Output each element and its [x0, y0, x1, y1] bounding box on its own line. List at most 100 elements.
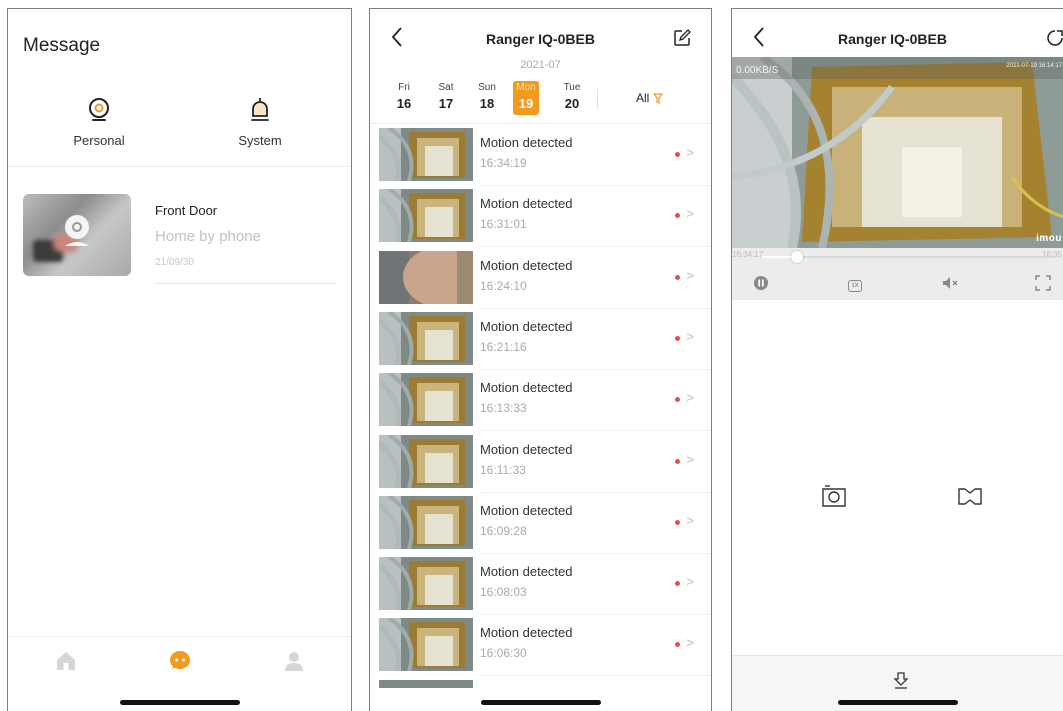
event-time: 16:06:30 — [480, 646, 527, 661]
chevron-right-icon: > — [686, 328, 694, 344]
divider — [155, 283, 336, 284]
home-indicator — [480, 700, 601, 705]
user-icon[interactable] — [282, 649, 306, 673]
date-sat[interactable]: Sat 17 — [433, 81, 459, 115]
category-personal-label: Personal — [73, 133, 125, 148]
day-name: Mon — [516, 82, 536, 93]
year-month-label: 2021-07 — [520, 59, 561, 71]
playback-screen: Ranger IQ-0BEB 0.00KB/S 2021-07-19 16:14… — [731, 8, 1063, 711]
date-fri[interactable]: Fri 16 — [391, 81, 417, 115]
chevron-right-icon: > — [686, 451, 694, 467]
chevron-right-icon: > — [686, 145, 694, 160]
event-thumbnail — [379, 557, 473, 611]
date-sun[interactable]: Sun 18 — [474, 81, 500, 115]
event-row[interactable]: Motion detected 16:21:16 > — [370, 309, 711, 370]
page-title: Ranger IQ-0BEB — [838, 31, 947, 47]
event-row[interactable]: Motion detected 16:08:03 > — [370, 554, 711, 616]
video-player[interactable]: 0.00KB/S 2021-07-19 16:14:17 imou — [732, 57, 1063, 248]
event-thumbnail — [379, 495, 473, 549]
event-row[interactable]: Motion detected 16:09:28 > — [370, 493, 711, 554]
unread-dot — [675, 458, 680, 464]
event-row[interactable]: Motion detected 16:06:30 > — [370, 615, 711, 677]
day-name: Sat — [438, 82, 454, 93]
event-time: 16:21:16 — [480, 339, 527, 354]
date-mon-selected[interactable]: Mon 19 — [513, 81, 539, 115]
fullscreen-icon[interactable] — [1034, 274, 1052, 292]
chevron-right-icon: > — [686, 206, 694, 222]
speed-button[interactable]: 1X — [846, 274, 864, 292]
personal-icon — [89, 98, 109, 121]
divider — [732, 655, 1063, 656]
snapshot-icon[interactable] — [821, 484, 847, 508]
event-row[interactable]: Motion detected 16:24:10 > — [370, 248, 711, 309]
day-name: Fri — [398, 82, 410, 93]
day-number: 19 — [518, 96, 534, 111]
unread-dot — [675, 642, 680, 648]
day-number: 20 — [564, 96, 580, 111]
event-time: 16:08:03 — [480, 585, 527, 600]
unread-dot — [675, 274, 680, 280]
event-row[interactable]: Motion detected 16:13:33 > — [370, 370, 711, 432]
message-device-name: Front Door — [155, 203, 218, 218]
brand-logo: imou — [1036, 233, 1062, 244]
divider — [597, 89, 598, 109]
event-thumbnail — [379, 311, 473, 365]
day-name: Tue — [563, 82, 581, 93]
unread-dot — [675, 152, 680, 157]
event-title: Motion detected — [480, 196, 573, 212]
bell-icon — [251, 98, 269, 121]
page-title: Ranger IQ-0BEB — [486, 31, 595, 47]
event-title: Motion detected — [480, 380, 573, 396]
event-time: 16:31:01 — [480, 217, 527, 232]
share-icon[interactable] — [1047, 29, 1063, 47]
event-title: Motion detected — [480, 625, 573, 641]
home-icon[interactable] — [54, 649, 78, 673]
unread-dot — [675, 397, 680, 403]
event-time: 16:09:28 — [480, 523, 527, 538]
filter-button[interactable]: All — [636, 91, 664, 105]
message-icon[interactable] — [168, 649, 192, 673]
divider — [370, 123, 711, 124]
event-thumbnail — [379, 618, 473, 672]
message-date: 21/09/30 — [155, 257, 194, 268]
category-system-label: System — [238, 133, 282, 148]
edit-icon[interactable] — [673, 29, 691, 47]
progress-track[interactable] — [762, 251, 1054, 263]
unread-dot — [675, 519, 680, 525]
event-time: 16:13:33 — [480, 401, 527, 416]
chevron-right-icon: > — [686, 512, 694, 528]
message-thumbnail — [23, 194, 131, 276]
event-time: 16:24:10 — [480, 278, 527, 293]
divider — [480, 675, 711, 677]
event-title: Motion detected — [480, 502, 573, 518]
bitrate-label: 0.00KB/S — [736, 65, 779, 76]
record-clip-icon[interactable] — [957, 484, 983, 508]
chevron-right-icon: > — [686, 574, 694, 590]
tab-bar-divider — [8, 636, 351, 637]
video-frame — [732, 57, 1063, 248]
event-thumbnail — [379, 128, 473, 181]
unread-dot — [675, 581, 680, 587]
date-tue[interactable]: Tue 20 — [559, 81, 585, 115]
progress-handle[interactable] — [791, 251, 804, 263]
timestamp-overlay: 2021-07-19 16:14:17 — [1006, 63, 1062, 69]
unread-dot — [675, 213, 680, 219]
event-time: 16:11:33 — [480, 462, 526, 477]
event-title: Motion detected — [480, 564, 573, 580]
event-title: Motion detected — [480, 441, 573, 457]
mute-icon[interactable] — [941, 274, 959, 292]
event-thumbnail — [379, 373, 473, 427]
download-icon[interactable] — [892, 671, 910, 689]
event-title: Motion detected — [480, 135, 573, 150]
event-row[interactable]: Motion detected 16:31:01 > — [370, 186, 711, 248]
category-personal[interactable]: Personal — [59, 95, 139, 148]
event-row[interactable]: Motion detected 16:34:19 > — [370, 125, 711, 186]
category-system[interactable]: System — [220, 95, 300, 148]
playback-controls: 16:34:17 16:35 1X — [732, 248, 1063, 300]
time-start: 16:34:17 — [732, 250, 764, 259]
event-row[interactable]: Motion detected 16:11:33 > — [370, 432, 711, 493]
pause-icon[interactable] — [752, 274, 770, 292]
event-title: Motion detected — [480, 318, 573, 334]
unread-dot — [675, 335, 680, 341]
day-number: 18 — [479, 96, 495, 111]
